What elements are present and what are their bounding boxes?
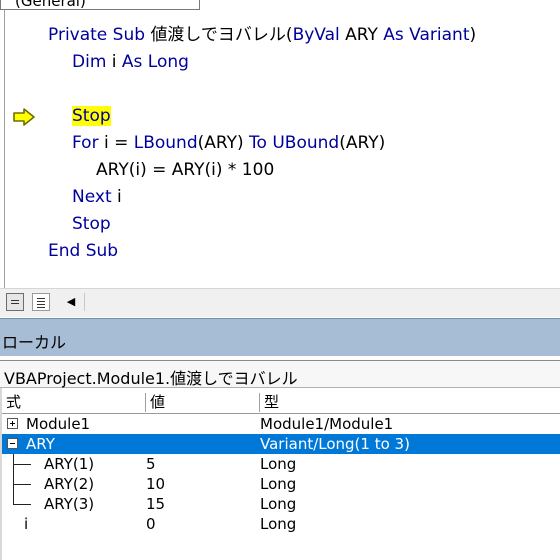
code-keyword: As Variant [383, 25, 470, 45]
row-expression: i [24, 515, 29, 533]
code-keyword: Private Sub [48, 25, 151, 45]
code-text: ARY(i) = ARY(i) * 100 [96, 160, 275, 180]
column-header-expression[interactable]: 式 [2, 393, 146, 412]
code-keyword: Next [72, 187, 112, 207]
row-type: Long [260, 515, 297, 533]
object-combo[interactable]: (General) [0, 0, 200, 10]
column-header-type[interactable]: 型 [260, 393, 560, 412]
code-editor[interactable]: Private Sub 値渡しでヨバレル(ByVal ARY As Varian… [48, 22, 476, 261]
code-text: i = [98, 133, 134, 153]
code-line[interactable]: Next i [72, 186, 122, 208]
row-expression: ARY [26, 435, 55, 453]
code-keyword: Dim [72, 52, 107, 72]
row-type: Long [260, 495, 297, 513]
collapse-minus-icon[interactable] [7, 438, 18, 449]
locals-row[interactable]: ARY(1) 5 Long [2, 454, 560, 474]
row-type: Module1/Module1 [260, 415, 394, 433]
code-text: ) [469, 25, 477, 45]
locals-row[interactable]: ARY(2) 10 Long [2, 474, 560, 494]
locals-title: ローカル [2, 333, 67, 352]
scrollbar-separator [84, 293, 85, 311]
code-text: (ARY) [197, 133, 250, 153]
code-line[interactable]: Stop [72, 105, 111, 127]
code-keyword: UBound [272, 133, 340, 153]
locals-column-headers: 式 値 型 [2, 393, 560, 414]
row-type: Variant/Long(1 to 3) [260, 435, 410, 453]
code-keyword: To [249, 133, 267, 153]
row-value: 5 [146, 455, 156, 473]
row-expression: ARY(3) [44, 495, 95, 513]
code-keyword: For [72, 133, 99, 153]
row-value: 0 [146, 515, 156, 533]
locals-row[interactable]: i 0 Long [2, 514, 560, 534]
locals-row[interactable]: ARY(3) 15 Long [2, 494, 560, 514]
code-text: (ARY) [339, 133, 386, 153]
locals-context-label: VBAProject.Module1.値渡しでヨバレル [4, 369, 298, 388]
code-keyword: ByVal [292, 25, 340, 45]
code-text: i [106, 52, 122, 72]
column-header-value[interactable]: 値 [146, 393, 260, 412]
execution-arrow-icon [13, 108, 35, 126]
locals-row-selected[interactable]: ARY Variant/Long(1 to 3) [2, 434, 560, 454]
row-value: 10 [146, 475, 166, 493]
code-text: i [111, 187, 122, 207]
row-type: Long [260, 475, 297, 493]
code-keyword: As Long [121, 52, 189, 72]
row-expression: ARY(1) [44, 455, 95, 473]
row-expression: ARY(2) [44, 475, 95, 493]
margin-indicator-bar[interactable] [5, 10, 41, 288]
code-window: (General) Private Sub 値渡しでヨバレル(ByVal ARY… [0, 0, 560, 318]
row-expression: Module1 [26, 415, 91, 433]
locals-context-bar[interactable]: VBAProject.Module1.値渡しでヨバレル [0, 360, 560, 388]
code-left-border [4, 10, 5, 288]
code-line[interactable]: For i = LBound(ARY) To UBound(ARY) [72, 132, 385, 154]
full-module-view-button[interactable] [32, 293, 50, 311]
procedure-view-button[interactable] [6, 293, 24, 311]
code-text: 値渡しでヨバレル( [150, 25, 293, 45]
code-line[interactable]: ARY(i) = ARY(i) * 100 [96, 159, 274, 181]
code-line[interactable]: Dim i As Long [72, 51, 189, 73]
code-line[interactable]: End Sub [48, 240, 118, 262]
locals-row[interactable]: Module1 Module1/Module1 [2, 414, 560, 434]
code-window-bottom-bar: ◀ [0, 288, 560, 317]
scroll-left-arrow-icon[interactable]: ◀ [60, 293, 82, 311]
code-keyword: LBound [133, 133, 198, 153]
row-value: 15 [146, 495, 166, 513]
row-type: Long [260, 455, 297, 473]
code-line[interactable]: Private Sub 値渡しでヨバレル(ByVal ARY As Varian… [48, 24, 476, 46]
code-line[interactable]: Stop [72, 213, 111, 235]
code-text: ARY [339, 25, 384, 45]
code-keyword: End Sub [48, 241, 119, 261]
locals-title-bar[interactable]: ローカル [0, 318, 560, 357]
highlighted-statement: Stop [72, 106, 111, 126]
expand-plus-icon[interactable] [7, 418, 18, 429]
code-keyword: Stop [72, 214, 111, 234]
